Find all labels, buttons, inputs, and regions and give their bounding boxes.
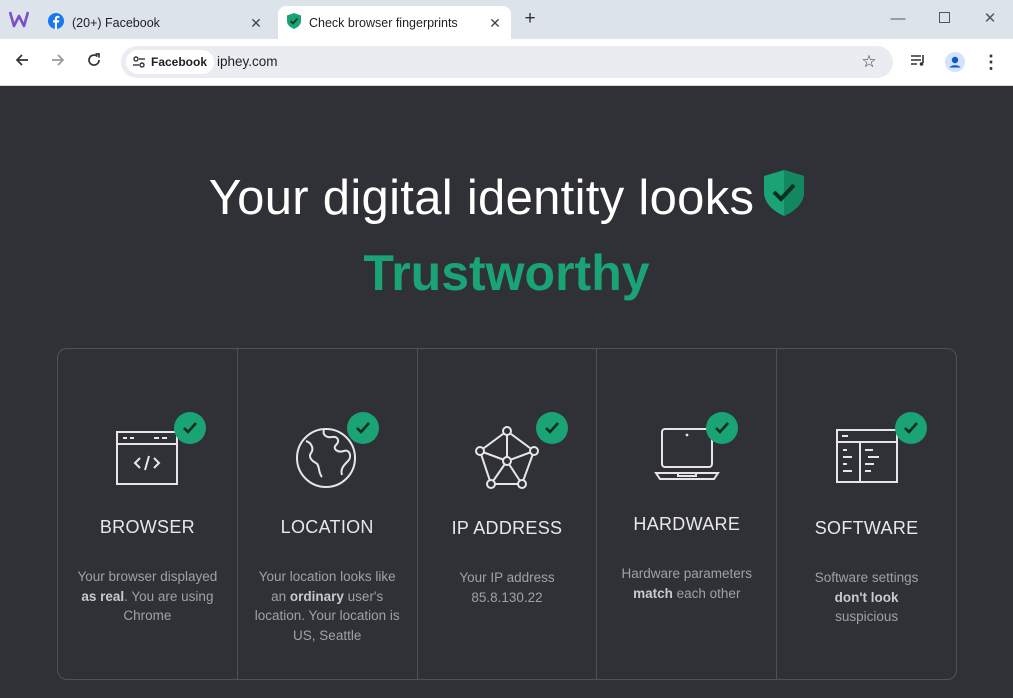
check-card-browser: BROWSER Your browser displayed as real. … (58, 349, 237, 679)
check-icon (535, 412, 568, 444)
page-content: Your digital identity looks Trustworthy … (0, 86, 1013, 698)
maximize-icon[interactable] (934, 9, 954, 29)
check-card-ip-address: IP ADDRESS Your IP address 85.8.130.22 (416, 349, 597, 679)
tab-check-browser-fingerprints[interactable]: Check browser fingerprints ✕ (278, 6, 511, 39)
check-icon (706, 412, 739, 444)
tab-title: Check browser fingerprints (309, 15, 458, 30)
hero-status: Trustworthy (363, 245, 650, 301)
shield-check-icon (764, 170, 805, 228)
check-icon (895, 412, 928, 444)
check-icon (174, 412, 206, 444)
new-tab-plus-icon[interactable]: + (520, 9, 540, 29)
card-title: IP ADDRESS (451, 518, 563, 538)
card-description: Software settings don't look suspicious (814, 570, 919, 624)
browser-toolbar: Facebook iphey.com ☆ ⋮ (0, 39, 1013, 86)
tab-title: (20+) Facebook (72, 15, 160, 30)
app-logo-icon[interactable] (8, 10, 30, 28)
check-icon (346, 412, 379, 444)
card-title: BROWSER (99, 517, 195, 537)
facebook-icon (48, 13, 64, 32)
back-arrow-icon[interactable] (12, 52, 32, 72)
profile-avatar-icon[interactable] (945, 52, 965, 72)
card-description: Your location looks like an ordinary use… (254, 569, 400, 643)
card-description: Your browser displayed as real. You are … (77, 569, 218, 623)
network-icon (474, 425, 540, 491)
hero-line1: Your digital identity looks (208, 171, 755, 225)
site-chip-label: Facebook (151, 55, 208, 69)
reading-list-icon[interactable] (908, 52, 928, 72)
minimize-icon[interactable]: — (888, 9, 908, 29)
check-card-location: LOCATION Your location looks like an ord… (236, 349, 417, 679)
card-title: LOCATION (280, 517, 374, 537)
reload-icon[interactable] (84, 52, 104, 72)
software-window-icon (834, 425, 900, 491)
tab-facebook[interactable]: (20+) Facebook ✕ (40, 6, 272, 39)
hero-heading: Your digital identity looks (0, 170, 1013, 228)
card-title: HARDWARE (633, 514, 741, 534)
browser-code-icon (114, 425, 180, 491)
shield-icon (287, 13, 301, 32)
bookmark-star-icon[interactable]: ☆ (859, 52, 879, 72)
card-description: Hardware parameters match each other (621, 566, 753, 601)
kebab-menu-icon[interactable]: ⋮ (981, 52, 1001, 72)
close-window-icon[interactable]: ✕ (980, 9, 1000, 29)
checks-grid: BROWSER Your browser displayed as real. … (57, 348, 957, 680)
tune-icon (133, 56, 145, 68)
url-text[interactable]: iphey.com (217, 54, 278, 69)
close-tab-icon[interactable]: ✕ (487, 15, 503, 31)
card-title: SOFTWARE (814, 518, 919, 538)
site-info-chip[interactable]: Facebook (126, 50, 215, 74)
card-description: Your IP address 85.8.130.22 (459, 570, 555, 605)
address-bar[interactable]: Facebook iphey.com ☆ (121, 46, 893, 78)
forward-arrow-icon[interactable] (48, 52, 68, 72)
tab-strip: (20+) Facebook ✕ Check browser fingerpri… (0, 0, 1013, 39)
check-card-hardware: HARDWARE Hardware parameters match each … (596, 349, 776, 679)
check-card-software: SOFTWARE Software settings don't look su… (776, 349, 956, 679)
close-tab-icon[interactable]: ✕ (248, 15, 264, 31)
